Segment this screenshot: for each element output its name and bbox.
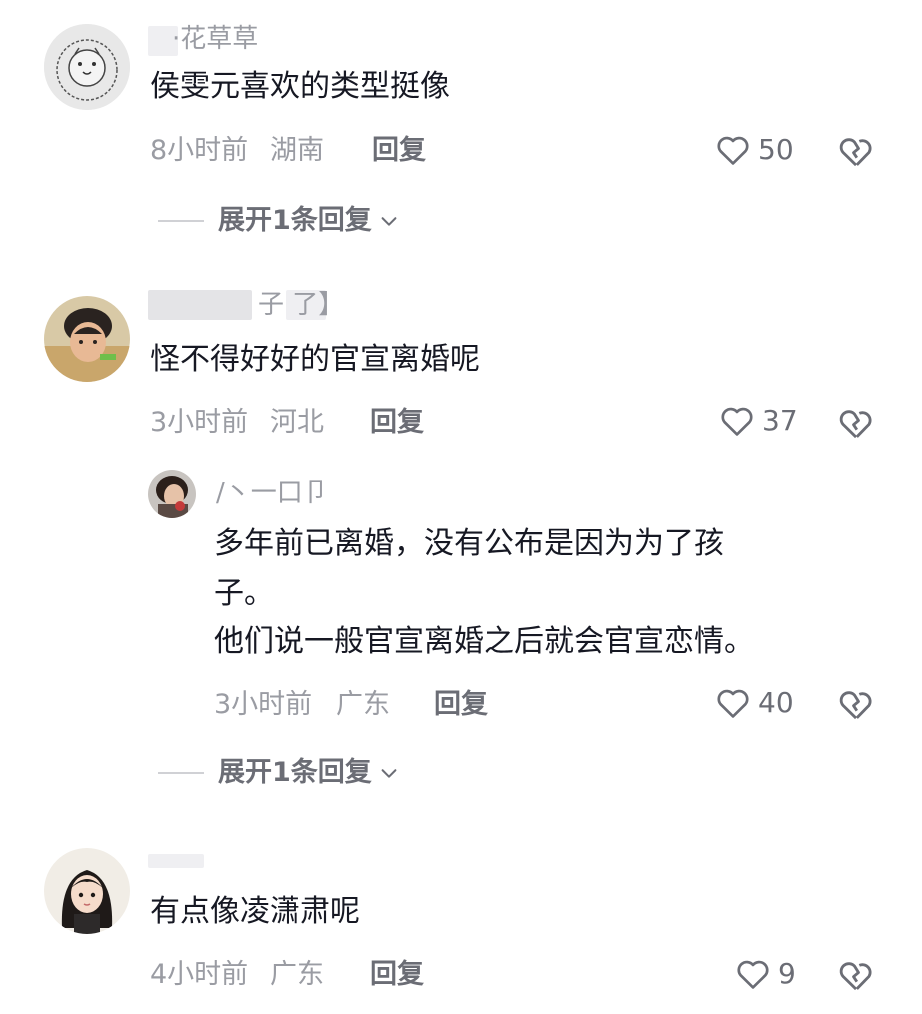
reply-button[interactable]: 回复 [372, 134, 426, 168]
comment-text: 有点像凌潇肃呢 [150, 894, 360, 929]
reply-text-line: 他们说一般官宣离婚之后就会官宣恋情。 [214, 624, 754, 659]
comment-text: 侯雯元喜欢的类型挺像 [150, 69, 450, 104]
heart-icon [721, 407, 753, 436]
reply-text-line: 多年前已离婚，没有公布是因为为了孩 [214, 526, 724, 561]
broken-heart-icon [839, 691, 872, 720]
reply-username[interactable]: /丶一口卩 [216, 478, 329, 508]
reply-button[interactable]: 回复 [434, 688, 488, 722]
child-photo-avatar-icon [44, 296, 130, 382]
username-blur [148, 854, 204, 868]
dislike-button[interactable] [836, 684, 876, 724]
expand-replies[interactable]: 展开1条回复 [158, 204, 400, 238]
like-button[interactable]: 40 [714, 684, 794, 722]
comment-item: ·花草草 侯雯元喜欢的类型挺像 8小时前 湖南 回复 50 展开1条回复 [0, 0, 922, 260]
like-button[interactable]: 50 [714, 131, 794, 169]
comment-text: 怪不得好好的官宣离婚呢 [150, 342, 480, 377]
divider-line [158, 220, 204, 222]
comment-location: 湖南 [270, 135, 324, 166]
broken-heart-icon [839, 410, 872, 439]
like-count: 40 [758, 686, 794, 719]
comment-time: 3小时前 [150, 407, 249, 438]
like-count: 37 [762, 404, 798, 437]
chevron-down-icon [381, 217, 397, 226]
broken-heart-icon [839, 138, 872, 167]
expand-replies[interactable]: 展开1条回复 [158, 756, 400, 790]
comment-time: 8小时前 [150, 135, 249, 166]
like-count: 9 [778, 957, 796, 990]
expand-replies-label: 展开1条回复 [218, 757, 372, 788]
reply-time: 3小时前 [214, 689, 313, 720]
avatar[interactable] [44, 296, 130, 382]
dislike-button[interactable] [836, 403, 876, 443]
comment-location: 广东 [270, 959, 324, 990]
heart-icon [737, 960, 769, 989]
comment-username[interactable]: 子 了】 [258, 290, 344, 320]
reply-button[interactable]: 回复 [370, 958, 424, 992]
cartoon-girl-avatar-icon [44, 848, 130, 934]
lion-sketch-avatar-icon [44, 24, 130, 110]
chevron-down-icon [381, 769, 397, 778]
reply-text-line: 子。 [214, 576, 274, 611]
heart-icon [717, 689, 749, 718]
woman-photo-avatar-icon [148, 470, 196, 518]
avatar[interactable] [148, 470, 196, 518]
avatar[interactable] [44, 848, 130, 934]
comment-username[interactable]: ·花草草 [172, 24, 258, 54]
comment-location: 河北 [270, 407, 324, 438]
like-button[interactable]: 9 [734, 955, 796, 993]
expand-replies-label: 展开1条回复 [218, 205, 372, 236]
username-blur [148, 290, 252, 320]
divider-line [158, 772, 204, 774]
heart-icon [717, 136, 749, 165]
avatar[interactable] [44, 24, 130, 110]
reply-location: 广东 [336, 689, 390, 720]
like-button[interactable]: 37 [718, 402, 798, 440]
broken-heart-icon [839, 962, 872, 991]
like-count: 50 [758, 133, 794, 166]
comment-time: 4小时前 [150, 959, 249, 990]
reply-button[interactable]: 回复 [370, 406, 424, 440]
dislike-button[interactable] [836, 955, 876, 995]
dislike-button[interactable] [836, 131, 876, 171]
